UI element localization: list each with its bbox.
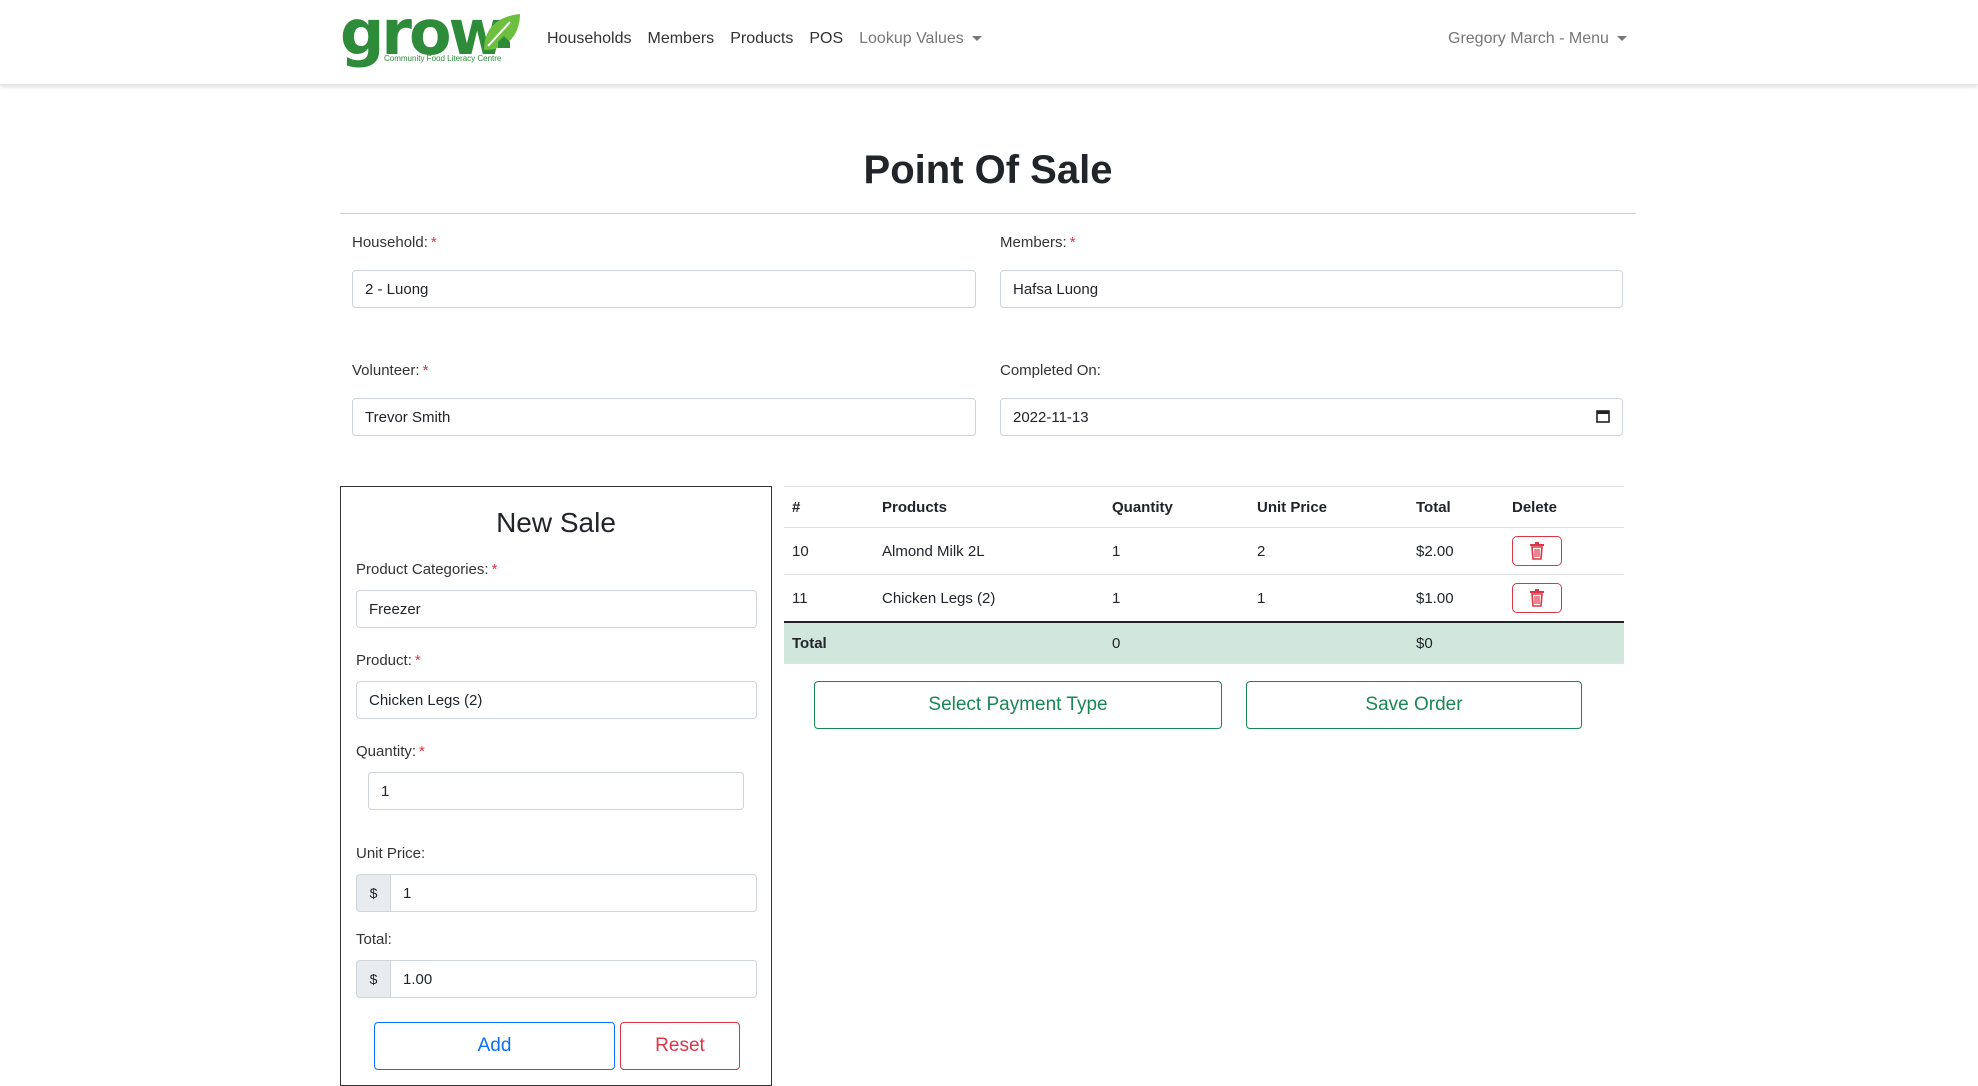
col-number: # [784, 486, 874, 528]
members-label-text: Members: [1000, 234, 1067, 251]
required-marker: * [1069, 234, 1076, 251]
calendar-icon[interactable] [1596, 409, 1610, 423]
navbar: grow Community Food Literacy Centre Hous… [0, 0, 1978, 85]
table-total-row: Total 0 $0 [784, 621, 1624, 664]
row-delete-cell [1504, 527, 1624, 575]
product-input[interactable] [356, 681, 757, 719]
total-row-label: Total [784, 621, 1104, 664]
required-marker: * [422, 362, 429, 379]
completed-on-date-input[interactable]: 2022-11-13 [1000, 398, 1623, 436]
completed-on-value: 2022-11-13 [1013, 409, 1089, 426]
add-button[interactable]: Add [374, 1022, 615, 1070]
quantity-label-text: Quantity: [356, 743, 417, 760]
unit-price-group: $ [356, 874, 757, 912]
product-label-text: Product: [356, 652, 412, 669]
table-row: 10 Almond Milk 2L 1 2 $2.00 [784, 527, 1624, 575]
col-unit-price: Unit Price [1249, 486, 1408, 528]
trash-icon [1530, 589, 1544, 607]
total-row-spacer [1504, 621, 1624, 664]
save-order-button[interactable]: Save Order [1246, 681, 1582, 729]
logo-subtitle: Community Food Literacy Centre [384, 54, 502, 63]
members-input[interactable] [1000, 270, 1623, 308]
required-marker: * [491, 561, 498, 578]
row-quantity: 1 [1104, 574, 1249, 623]
total-row-total: $0 [1408, 621, 1504, 664]
new-sale-panel: New Sale Product Categories:* Product:* … [340, 486, 772, 1086]
total-row-quantity: 0 [1104, 621, 1249, 664]
delete-row-button[interactable] [1512, 536, 1562, 566]
product-categories-label-text: Product Categories: [356, 561, 489, 578]
user-menu-dropdown[interactable]: Gregory March - Menu [1448, 30, 1627, 48]
trash-icon [1530, 542, 1544, 560]
nav-households[interactable]: Households [547, 30, 632, 48]
new-sale-title: New Sale [496, 507, 616, 538]
table-header-row: # Products Quantity Unit Price Total Del… [784, 486, 1624, 528]
quantity-label: Quantity: * [356, 743, 425, 760]
volunteer-input[interactable] [352, 398, 976, 436]
unit-price-input[interactable] [390, 874, 757, 912]
required-marker: * [419, 743, 425, 760]
sales-table: # Products Quantity Unit Price Total Del… [784, 486, 1624, 664]
col-total: Total [1408, 486, 1504, 528]
volunteer-label-text: Volunteer: [352, 362, 420, 379]
required-marker: * [414, 652, 421, 669]
caret-down-icon [1616, 36, 1627, 42]
row-total: $1.00 [1408, 574, 1504, 623]
quantity-input[interactable] [368, 772, 744, 810]
nav-lookup-label: Lookup Values [859, 30, 964, 47]
household-label-text: Household: [352, 234, 428, 251]
table-row: 11 Chicken Legs (2) 1 1 $1.00 [784, 574, 1624, 623]
row-unit-price: 2 [1249, 527, 1408, 575]
row-product: Chicken Legs (2) [874, 574, 1104, 623]
required-marker: * [430, 234, 437, 251]
row-total: $2.00 [1408, 527, 1504, 575]
total-input[interactable] [390, 960, 757, 998]
col-products: Products [874, 486, 1104, 528]
total-label: Total: [356, 931, 392, 948]
dollar-prefix: $ [356, 960, 390, 998]
nav-lookup-values-dropdown[interactable]: Lookup Values [859, 30, 982, 48]
members-label: Members: * [1000, 234, 1076, 251]
col-quantity: Quantity [1104, 486, 1249, 528]
col-delete: Delete [1504, 486, 1624, 528]
row-product: Almond Milk 2L [874, 527, 1104, 575]
row-id: 11 [784, 574, 874, 623]
row-id: 10 [784, 527, 874, 575]
row-delete-cell [1504, 574, 1624, 623]
product-categories-input[interactable] [356, 590, 757, 628]
dollar-prefix: $ [356, 874, 390, 912]
nav-products[interactable]: Products [730, 30, 793, 48]
total-group: $ [356, 960, 757, 998]
leaf-icon [484, 14, 520, 50]
select-payment-type-button[interactable]: Select Payment Type [814, 681, 1222, 729]
main-nav: Households Members Products POS Lookup V… [547, 30, 982, 48]
row-unit-price: 1 [1249, 574, 1408, 623]
nav-pos[interactable]: POS [809, 30, 843, 48]
product-categories-label: Product Categories: * [356, 561, 497, 578]
brand-logo[interactable]: grow Community Food Literacy Centre [340, 2, 525, 72]
nav-members[interactable]: Members [648, 30, 715, 48]
total-row-spacer [1249, 621, 1408, 664]
unit-price-label: Unit Price: [356, 845, 426, 862]
household-label: Household: * [352, 234, 437, 251]
row-quantity: 1 [1104, 527, 1249, 575]
caret-down-icon [971, 36, 982, 42]
page-title: Point Of Sale [863, 148, 1113, 192]
completed-on-label: Completed On: [1000, 362, 1101, 379]
product-label: Product: * [356, 652, 421, 669]
reset-button[interactable]: Reset [620, 1022, 740, 1070]
delete-row-button[interactable] [1512, 583, 1562, 613]
user-menu-label: Gregory March - Menu [1448, 30, 1609, 47]
title-divider [340, 213, 1636, 214]
household-input[interactable] [352, 270, 976, 308]
volunteer-label: Volunteer: * [352, 362, 428, 379]
